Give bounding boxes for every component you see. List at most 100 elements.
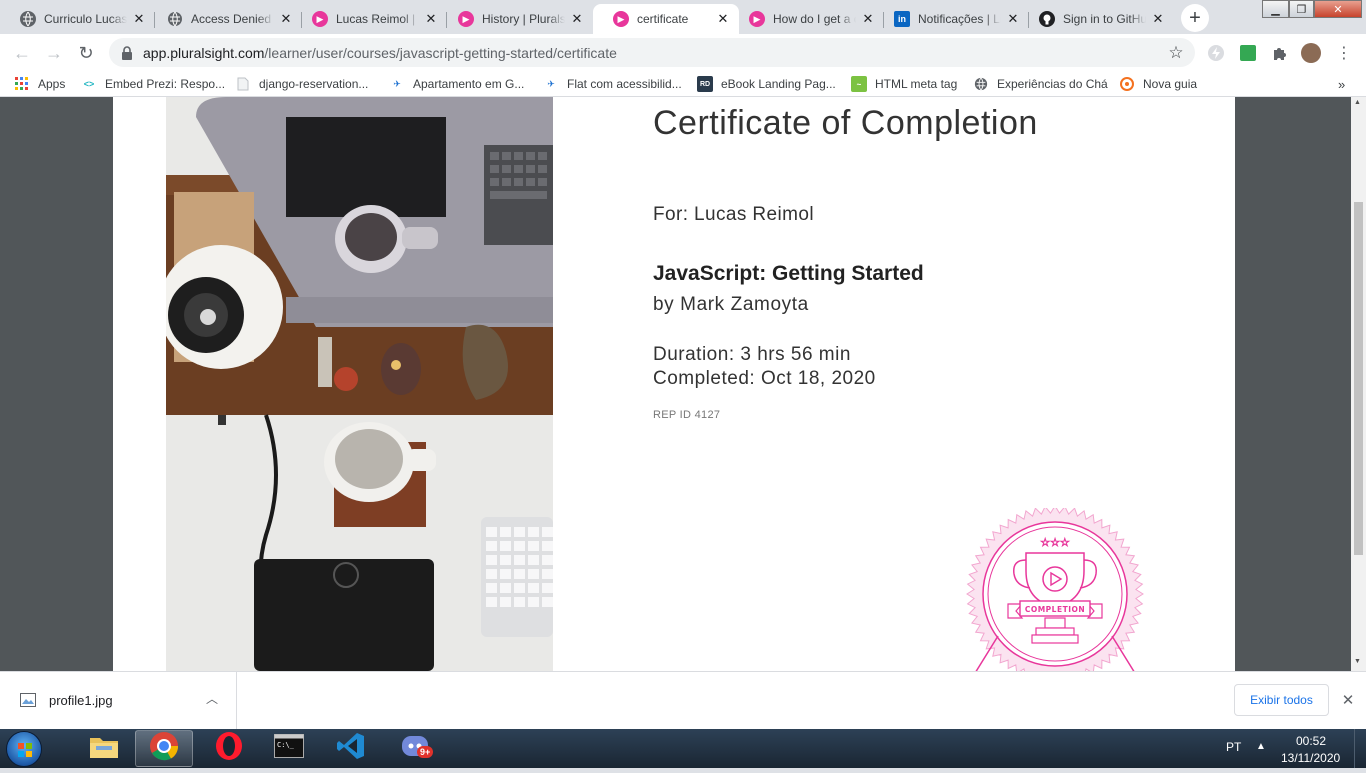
tab-strip: Curriculo Lucas ✕ Access Denied ✕ ▶ Luca… [0,0,1366,34]
lock-icon [121,45,133,60]
scroll-up-icon[interactable]: ▲ [1354,99,1361,106]
tab-how-do-i[interactable]: ▶ How do I get a certificate ✕ [729,4,884,34]
tab-lucas-reimol[interactable]: ▶ Lucas Reimol | Pluralsight ✕ [292,4,447,34]
bookmark-django[interactable]: django-reservation... [235,75,368,93]
windows-taskbar: C:\_ 9+ PT ▲ 00:52 13/11/2020 [0,729,1366,768]
chrome-icon [149,731,179,766]
bookmark-flat[interactable]: ✈ Flat com acessibilid... [543,75,682,93]
pin-icon: ✈ [393,78,401,89]
minimize-button[interactable]: ▁ [1262,0,1289,18]
tray-overflow-icon[interactable]: ▲ [1256,741,1266,752]
extension-green-icon[interactable] [1238,43,1258,63]
linkedin-icon: in [894,11,910,27]
reload-button[interactable]: ↻ [72,39,100,67]
clock-time[interactable]: 00:52 [1296,734,1326,748]
github-icon [1039,11,1055,27]
discord-icon: 9+ [400,731,434,766]
url-host: app.pluralsight.com [143,44,265,61]
bookmark-label: Nova guia [1143,77,1198,91]
duration-line: Duration: 3 hrs 56 min [653,344,851,365]
forward-button[interactable]: → [40,39,68,67]
pluralsight-icon: ▶ [613,11,629,27]
taskbar-opera[interactable] [200,730,258,767]
scroll-down-icon[interactable]: ▼ [1354,658,1361,665]
tab-history[interactable]: ▶ History | Pluralsight ✕ [438,4,593,34]
menu-kebab-icon[interactable]: ⋮ [1334,43,1354,63]
swirl-icon [1119,76,1135,92]
bookmark-label: django-reservation... [259,77,369,91]
download-file-name: profile1.jpg [49,693,113,708]
show-all-downloads-button[interactable]: Exibir todos [1234,684,1329,716]
author-line: by Mark Zamoyta [653,294,809,315]
close-icon[interactable]: ✕ [1150,11,1166,27]
close-icon[interactable]: ✕ [423,11,439,27]
bookmark-apps[interactable]: Apps [14,75,65,93]
extension-bolt-icon[interactable] [1206,43,1226,63]
bookmark-experiencias[interactable]: Experiências do Chá [973,75,1108,93]
tab-curriculo[interactable]: Curriculo Lucas ✕ [0,4,155,34]
bookmark-embed-prezi[interactable]: <> Embed Prezi: Respo... [81,75,225,93]
bookmark-label: Apartamento em G... [413,77,525,91]
tab-github[interactable]: Sign in to GitHub ✕ [1019,4,1174,34]
profile-avatar[interactable] [1301,43,1321,63]
download-item[interactable]: profile1.jpg ︿ [0,672,237,729]
stars-icon: ☆☆☆ [1040,536,1070,549]
extensions-puzzle-icon[interactable] [1270,43,1290,63]
bookmark-label: Apps [38,77,66,91]
rep-id: REP ID 4127 [653,409,721,421]
tab-title: How do I get a certificate [773,12,856,26]
back-button[interactable]: ← [8,39,36,67]
tab-title: Lucas Reimol | Pluralsight [336,12,419,26]
tab-linkedin[interactable]: in Notificações | LinkedIn ✕ [874,4,1029,34]
bookmark-nova-guia[interactable]: Nova guia [1119,75,1197,93]
window-close-button[interactable]: ✕ [1314,0,1362,18]
close-icon[interactable]: ✕ [569,11,585,27]
pluralsight-icon: ▶ [749,11,765,27]
download-shelf: profile1.jpg ︿ Exibir todos ✕ [0,671,1366,729]
scrollbar-thumb[interactable] [1354,202,1363,555]
completion-badge: ☆☆☆ COMPLETION [966,508,1144,671]
language-indicator[interactable]: PT [1226,740,1241,754]
bookmark-label: Flat com acessibilid... [567,77,682,91]
taskbar-vscode[interactable] [322,730,380,767]
pluralsight-icon: ▶ [458,11,474,27]
tab-title: certificate [637,12,689,26]
apps-grid-icon [14,76,30,92]
start-button[interactable] [6,731,42,767]
bookmark-label: eBook Landing Pag... [721,77,836,91]
bookmark-label: Embed Prezi: Respo... [105,77,226,91]
address-bar[interactable]: app.pluralsight.com/learner/user/courses… [109,38,1195,67]
clock-date[interactable]: 13/11/2020 [1281,751,1340,765]
chevron-up-icon[interactable]: ︿ [204,690,220,706]
image-file-icon [20,693,36,712]
close-icon[interactable]: ✕ [131,11,147,27]
taskbar-chrome[interactable] [135,730,193,767]
badge-label: COMPLETION [1025,605,1085,614]
bookmark-apartamento[interactable]: ✈ Apartamento em G... [389,75,524,93]
vscode-icon [336,731,366,766]
desk-photo [166,97,553,671]
bookmark-html-meta[interactable]: ~ HTML meta tag [851,75,957,93]
code-brackets-icon: <> [83,79,95,89]
globe-icon [973,76,989,92]
tab-access-denied[interactable]: Access Denied ✕ [147,4,302,34]
rd-icon: RD [697,76,713,92]
close-shelf-icon[interactable]: ✕ [1338,690,1358,710]
tab-certificate[interactable]: ▶ certificate ✕ [593,4,739,34]
certificate-title: Certificate of Completion [653,104,1038,142]
show-desktop-button[interactable] [1354,729,1366,768]
taskbar-discord[interactable]: 9+ [386,730,444,767]
bookmark-label: HTML meta tag [875,77,958,91]
taskbar-terminal[interactable]: C:\_ [260,730,318,767]
bookmarks-overflow-icon[interactable]: » [1338,75,1345,93]
globe-icon [20,11,36,27]
url-path: /learner/user/courses/javascript-getting… [264,44,617,61]
bookmark-ebook[interactable]: RD eBook Landing Pag... [697,75,836,93]
terminal-icon: C:\_ [274,734,304,763]
taskbar-explorer[interactable] [75,730,133,767]
maximize-button[interactable]: ❐ [1289,0,1314,18]
page-scrollbar[interactable]: ▲ ▼ [1351,97,1366,671]
star-icon[interactable]: ☆ [1166,43,1186,63]
new-tab-button[interactable]: + [1181,4,1209,32]
notification-badge: 9+ [417,746,434,758]
